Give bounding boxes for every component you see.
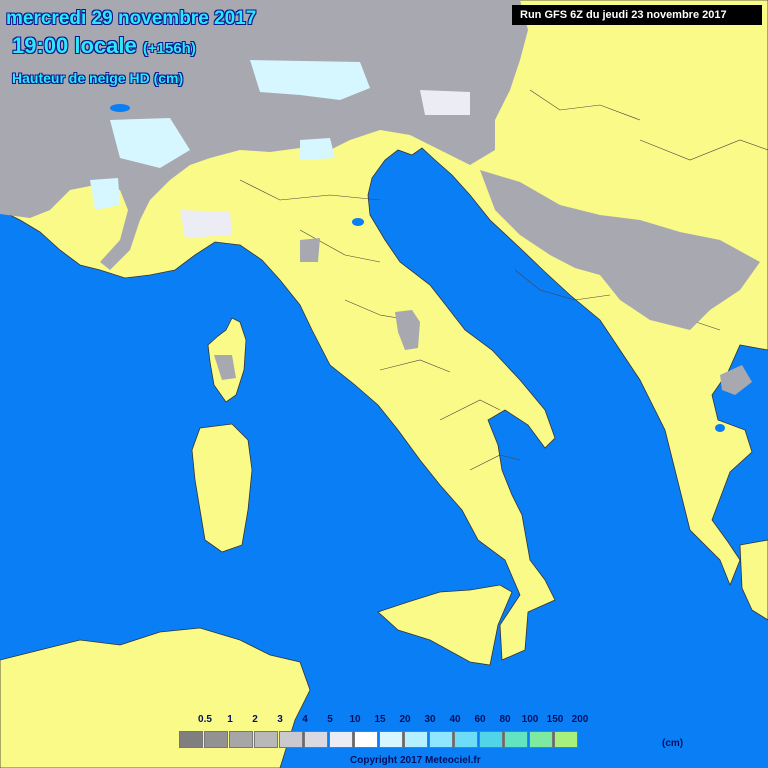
legend-swatch	[404, 731, 428, 748]
snow-ticino-strip	[300, 238, 320, 262]
legend-swatch	[379, 731, 403, 748]
legend-swatch	[554, 731, 578, 748]
legend-label: 10	[349, 714, 361, 725]
legend-label: 150	[546, 714, 564, 725]
field-title: Hauteur de neige HD (cm)	[12, 70, 184, 86]
legend-swatch	[304, 731, 328, 748]
legend-swatch	[279, 731, 303, 748]
legend-label: 30	[424, 714, 436, 725]
run-info: Run GFS 6Z du jeudi 23 novembre 2017	[512, 5, 762, 25]
legend-swatch	[454, 731, 478, 748]
legend-label: 2	[252, 714, 258, 725]
legend-label: 60	[474, 714, 486, 725]
legend-label: 80	[499, 714, 511, 725]
date-title: mercredi 29 novembre 2017	[6, 8, 257, 29]
legend-unit: (cm)	[662, 738, 684, 749]
legend-swatch	[479, 731, 503, 748]
legend-label: 3	[277, 714, 283, 725]
legend-label: 100	[521, 714, 539, 725]
legend-swatch	[204, 731, 228, 748]
copyright: Copyright 2017 Meteociel.fr	[350, 755, 481, 766]
legend-swatch	[504, 731, 528, 748]
legend-label: 40	[449, 714, 461, 725]
time-title: 19:00 locale (+156h)	[12, 33, 196, 59]
legend-label: 0.5	[198, 714, 212, 725]
legend-swatch	[354, 731, 378, 748]
legend-label: 200	[571, 714, 589, 725]
legend-label: 4	[302, 714, 308, 725]
legend-label: 1	[227, 714, 233, 725]
forecast-offset: (+156h)	[142, 40, 196, 57]
legend-label: 15	[374, 714, 386, 725]
time-text: 19:00 locale	[12, 33, 137, 58]
legend-swatch	[329, 731, 353, 748]
legend-swatch	[179, 731, 203, 748]
legend-label: 20	[399, 714, 411, 725]
legend-label: 5	[327, 714, 333, 725]
legend-swatch	[529, 731, 553, 748]
legend-swatch	[429, 731, 453, 748]
snow-depth-map	[0, 0, 768, 768]
legend-swatch	[229, 731, 253, 748]
legend-swatch	[254, 731, 278, 748]
